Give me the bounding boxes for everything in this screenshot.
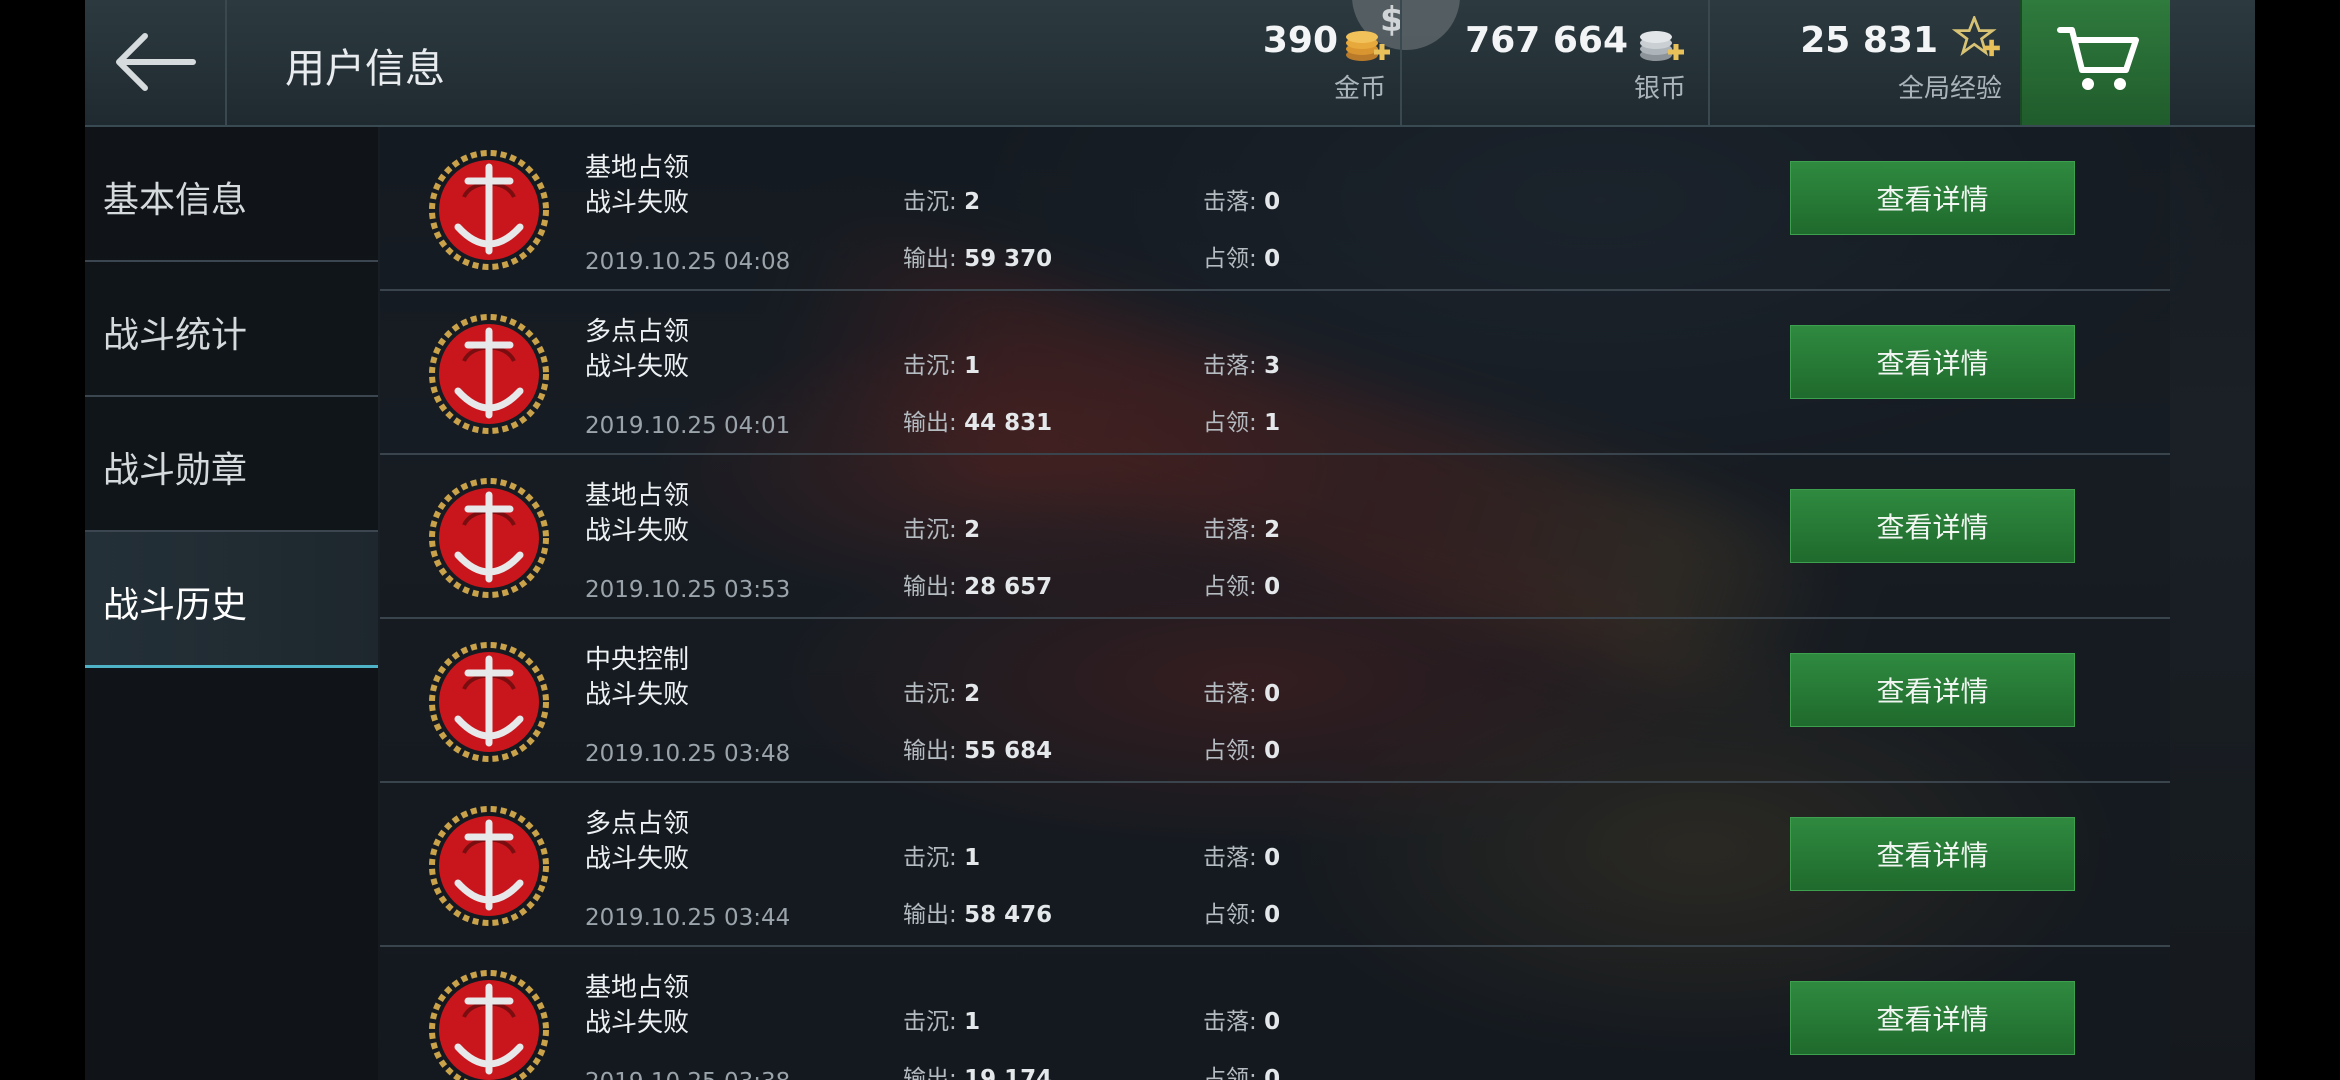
damage-stat: 输出: 19 174: [903, 1066, 1053, 1080]
shot-down-stat: 击落: 0: [1203, 681, 1281, 707]
battle-history-list[interactable]: 基地占领 战斗失败 2019.10.25 04:08 击沉: 2 输出: 59 …: [380, 127, 2170, 1080]
xp-label: 全局经验: [1897, 74, 2002, 104]
battle-result: 战斗失败: [585, 516, 690, 546]
battle-mode: 基地占领: [585, 973, 690, 1003]
battle-mode: 基地占领: [585, 153, 690, 183]
page-title: 用户信息: [285, 46, 445, 92]
sunk-stat: 击沉: 1: [903, 845, 981, 871]
gold-amount: 390: [1262, 20, 1338, 61]
anchor-medal-icon: [429, 642, 549, 762]
capture-stat: 占领: 0: [1203, 574, 1281, 600]
shot-down-stat: 击落: 0: [1203, 1009, 1281, 1035]
sidebar-item-label: 战斗统计: [103, 315, 248, 356]
battle-date: 2019.10.25 03:38: [585, 1069, 790, 1080]
gold-label: 金币: [1333, 74, 1386, 104]
view-details-button[interactable]: 查看详情: [1790, 489, 2075, 563]
battle-date: 2019.10.25 04:01: [585, 413, 791, 439]
back-arrow-icon: [116, 33, 196, 91]
battle-row: 多点占领 战斗失败 2019.10.25 04:01 击沉: 1 输出: 44 …: [380, 291, 2170, 455]
anchor-medal-icon: [429, 314, 549, 434]
sunk-stat: 击沉: 1: [903, 1009, 981, 1035]
battle-result: 战斗失败: [585, 680, 690, 710]
silver-coins-plus-icon: [1640, 31, 1684, 61]
silver-currency[interactable]: 767 664 银币: [1400, 0, 1710, 125]
battle-result: 战斗失败: [585, 1008, 690, 1038]
battle-result: 战斗失败: [585, 844, 690, 874]
anchor-medal-icon: [429, 970, 549, 1080]
anchor-medal-icon: [429, 806, 549, 926]
shop-cart-button[interactable]: [2020, 0, 2170, 125]
xp-amount: 25 831: [1800, 20, 1938, 61]
damage-stat: 输出: 59 370: [903, 246, 1053, 272]
sidebar-item-battle-stats[interactable]: 战斗统计: [85, 262, 378, 397]
battle-result: 战斗失败: [585, 188, 690, 218]
sidebar-item-label: 战斗勋章: [103, 450, 248, 491]
damage-stat: 输出: 28 657: [903, 574, 1053, 600]
view-details-button[interactable]: 查看详情: [1790, 817, 2075, 891]
battle-date: 2019.10.25 03:44: [585, 905, 791, 931]
sidebar-item-label: 基本信息: [103, 180, 248, 221]
battle-row: 基地占领 战斗失败 2019.10.25 04:08 击沉: 2 输出: 59 …: [380, 127, 2170, 291]
shot-down-stat: 击落: 0: [1203, 845, 1281, 871]
battle-mode: 多点占领: [585, 317, 690, 347]
capture-stat: 占领: 0: [1203, 246, 1281, 272]
battle-result: 战斗失败: [585, 352, 690, 382]
battle-mode: 基地占领: [585, 481, 690, 511]
capture-stat: 占领: 0: [1203, 738, 1281, 764]
shot-down-stat: 击落: 3: [1203, 353, 1281, 379]
view-details-button[interactable]: 查看详情: [1790, 981, 2075, 1055]
right-screen-edge: [2255, 0, 2340, 1080]
sunk-stat: 击沉: 2: [903, 681, 981, 707]
shopping-cart-icon: [2057, 27, 2139, 90]
battle-date: 2019.10.25 04:08: [585, 249, 791, 275]
sidebar-item-label: 战斗历史: [103, 585, 248, 626]
view-details-button[interactable]: 查看详情: [1790, 161, 2075, 235]
capture-stat: 占领: 0: [1203, 902, 1281, 928]
battle-date: 2019.10.25 03:53: [585, 577, 791, 603]
sidebar: 基本信息 战斗统计 战斗勋章 战斗历史: [85, 127, 378, 1080]
damage-stat: 输出: 44 831: [903, 410, 1053, 436]
damage-stat: 输出: 55 684: [903, 738, 1053, 764]
sunk-stat: 击沉: 2: [903, 517, 981, 543]
capture-stat: 占领: 1: [1203, 410, 1281, 436]
sunk-stat: 击沉: 2: [903, 189, 981, 215]
battle-mode: 中央控制: [585, 645, 690, 675]
view-details-button[interactable]: 查看详情: [1790, 325, 2075, 399]
sunk-stat: 击沉: 1: [903, 353, 981, 379]
sidebar-item-battle-history[interactable]: 战斗历史: [85, 532, 378, 668]
damage-stat: 输出: 58 476: [903, 902, 1053, 928]
silver-label: 银币: [1633, 74, 1686, 104]
shot-down-stat: 击落: 0: [1203, 189, 1281, 215]
battle-row: 基地占领 战斗失败 2019.10.25 03:38 击沉: 1 输出: 19 …: [380, 947, 2170, 1080]
shot-down-stat: 击落: 2: [1203, 517, 1281, 543]
battle-row: 多点占领 战斗失败 2019.10.25 03:44 击沉: 1 输出: 58 …: [380, 783, 2170, 947]
sidebar-item-basic-info[interactable]: 基本信息: [85, 127, 378, 262]
battle-mode: 多点占领: [585, 809, 690, 839]
battle-row: 中央控制 战斗失败 2019.10.25 03:48 击沉: 2 输出: 55 …: [380, 619, 2170, 783]
sidebar-item-battle-medals[interactable]: 战斗勋章: [85, 397, 378, 532]
back-button[interactable]: [85, 0, 227, 125]
capture-stat: 占领: 0: [1203, 1066, 1281, 1080]
anchor-medal-icon: [429, 150, 549, 270]
view-details-button[interactable]: 查看详情: [1790, 653, 2075, 727]
gold-currency[interactable]: 390 金币: [1250, 0, 1400, 125]
anchor-medal-icon: [429, 478, 549, 598]
left-screen-edge: [0, 0, 85, 1080]
gold-coins-plus-icon: [1346, 31, 1390, 61]
silver-amount: 767 664: [1465, 20, 1628, 61]
star-plus-icon: [1952, 16, 2000, 57]
battle-date: 2019.10.25 03:48: [585, 741, 791, 767]
battle-row: 基地占领 战斗失败 2019.10.25 03:53 击沉: 2 输出: 28 …: [380, 455, 2170, 619]
global-xp[interactable]: 25 831 全局经验: [1708, 0, 2020, 125]
